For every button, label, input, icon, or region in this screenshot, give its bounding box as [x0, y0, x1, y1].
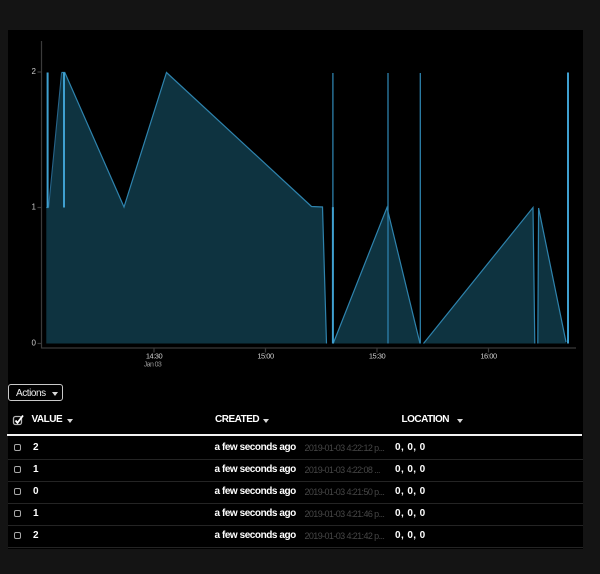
svg-text:1: 1: [32, 203, 37, 212]
svg-text:14:30: 14:30: [146, 352, 163, 361]
svg-text:15:00: 15:00: [257, 352, 274, 361]
svg-text:0: 0: [32, 339, 37, 348]
svg-text:15:30: 15:30: [369, 352, 386, 361]
svg-text:2: 2: [32, 67, 37, 76]
svg-text:16:00: 16:00: [480, 352, 497, 361]
svg-text:Jan 03: Jan 03: [144, 362, 162, 369]
